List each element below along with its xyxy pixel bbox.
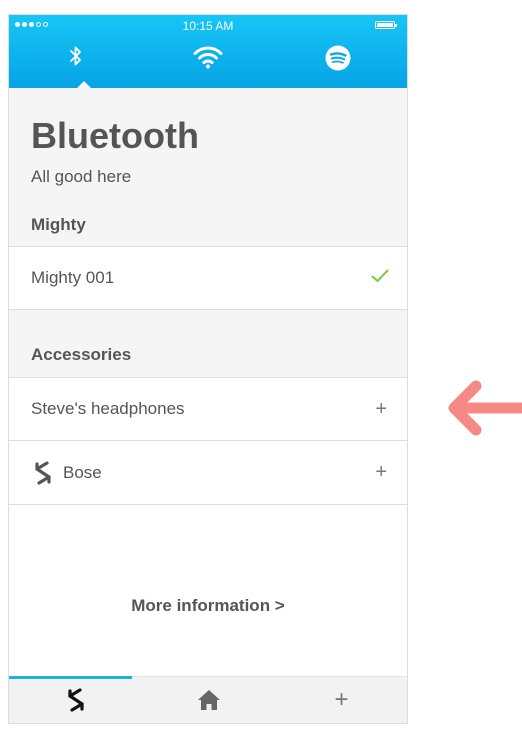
home-icon [197, 690, 220, 710]
section-header-accessories: Accessories [31, 345, 132, 364]
tab-wifi[interactable] [183, 45, 233, 83]
accessory-row-bose[interactable]: Bose + [9, 441, 407, 505]
section-header-mighty: Mighty [31, 215, 86, 234]
more-information-link[interactable]: More information > [9, 596, 407, 616]
bottom-tab-bar: + [9, 676, 407, 723]
tab-spotify[interactable] [313, 45, 363, 83]
add-icon: + [334, 686, 349, 713]
arrow-left-icon [448, 380, 522, 436]
battery-icon [375, 21, 397, 29]
accessory-row-steves-headphones[interactable]: Steve's headphones + [9, 377, 407, 441]
top-bar: 10:15 AM [9, 15, 407, 89]
tab-bluetooth[interactable] [51, 45, 101, 83]
page-title: Bluetooth [31, 115, 199, 156]
tab-home[interactable] [142, 677, 275, 723]
tab-mighty[interactable] [9, 677, 142, 723]
bluetooth-icon [70, 46, 81, 66]
accessory-label: Steve's headphones [31, 399, 185, 418]
wifi-icon [193, 46, 223, 69]
add-accessory-button[interactable]: + [375, 398, 387, 421]
mighty-logo-icon [67, 688, 84, 712]
selected-tab-pointer [76, 81, 92, 89]
status-bar: 10:15 AM [9, 15, 407, 37]
page-subtitle: All good here [31, 167, 132, 186]
device-label: Mighty 001 [31, 268, 115, 287]
more-information-area: More information > [9, 505, 407, 677]
phone-screen: 10:15 AM Bluetooth All good here Mighty … [8, 14, 408, 724]
spotify-icon [325, 45, 351, 71]
accessory-label: Bose [63, 462, 102, 482]
add-accessory-button[interactable]: + [375, 461, 387, 484]
mighty-logo-icon [35, 461, 51, 485]
device-row-mighty-001[interactable]: Mighty 001 [9, 246, 407, 310]
status-time: 10:15 AM [182, 19, 234, 33]
connection-tabs [9, 45, 407, 89]
tab-add[interactable]: + [275, 677, 407, 723]
checkmark-icon [371, 269, 389, 282]
